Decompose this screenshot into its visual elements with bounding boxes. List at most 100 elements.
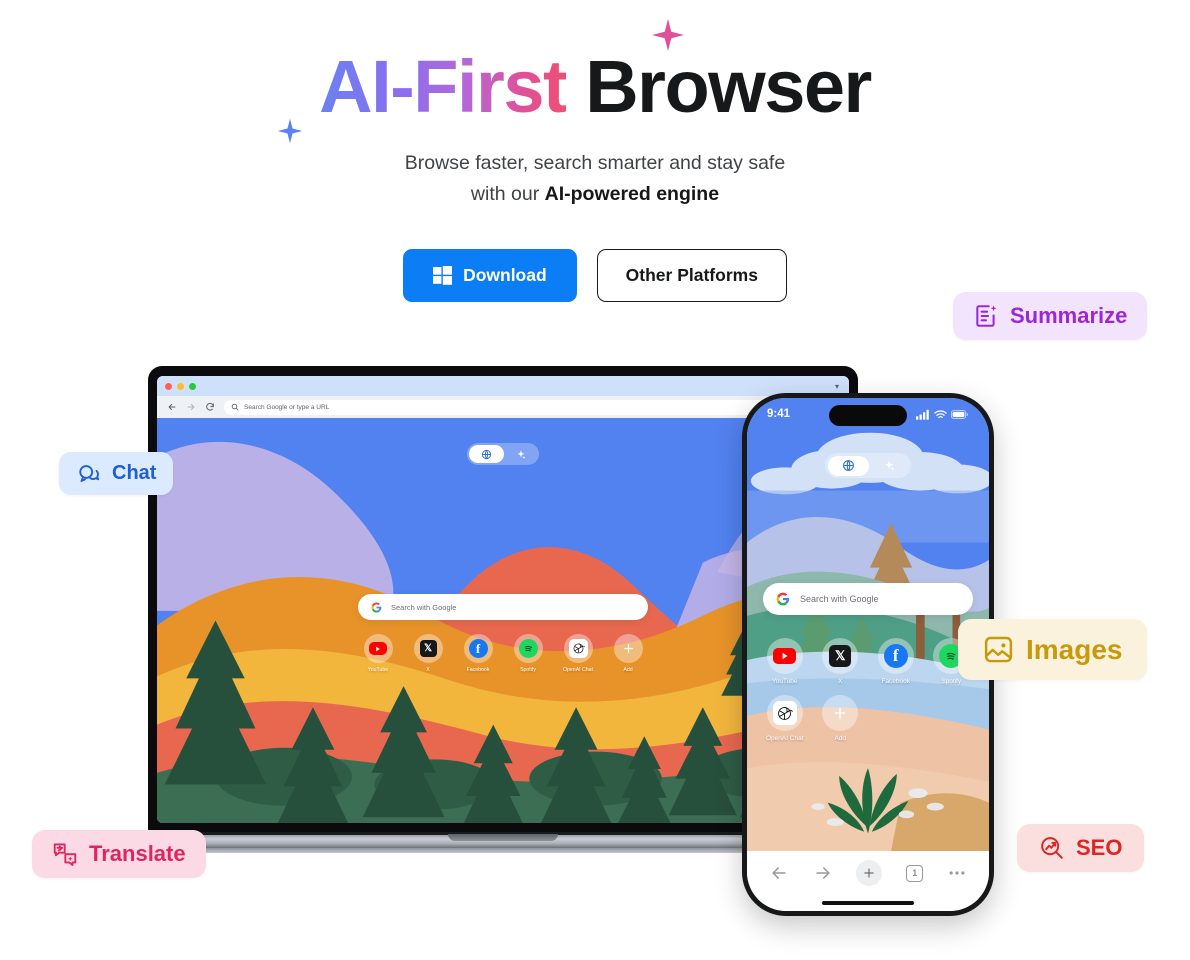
plus-icon [864, 868, 875, 878]
badge-seo-label: SEO [1076, 835, 1123, 860]
shortcut-openai-chat[interactable]: OpenAI Chat [553, 634, 603, 673]
badge-images[interactable]: Images [958, 619, 1147, 680]
windows-icon [433, 265, 453, 285]
page-title-gradient: AI-First [319, 45, 568, 128]
facebook-icon: f [877, 638, 914, 674]
maximize-icon[interactable] [189, 382, 196, 390]
ai-mode-toggle[interactable] [467, 443, 539, 465]
toggle-knob-web[interactable] [827, 455, 869, 476]
google-icon [776, 592, 790, 606]
traffic-lights [165, 382, 196, 390]
x-icon: 𝕏 [822, 638, 859, 674]
forward-icon[interactable] [186, 402, 196, 412]
shortcut-youtube[interactable]: YouTube [757, 638, 813, 685]
badge-summarize[interactable]: Summarize [953, 292, 1148, 340]
subtitle-line-1: Browse faster, search smarter and stay s… [404, 151, 786, 174]
tab-count-button[interactable]: 1 [906, 864, 924, 882]
shortcut-add[interactable]: Add [603, 634, 653, 673]
shortcut-spotify[interactable]: Spotify [503, 634, 553, 673]
shortcut-label: X [838, 678, 843, 685]
summarize-icon [973, 303, 999, 329]
shortcut-label: Add [834, 735, 847, 742]
openai-icon [766, 695, 803, 731]
search-icon [231, 403, 239, 411]
dynamic-island [829, 405, 907, 426]
subtitle-line-2: with our AI-powered engine [0, 179, 1190, 211]
phone-shortcut-grid: YouTube 𝕏 X f Facebook Spotify OpenAI Ch… [757, 638, 979, 742]
youtube-icon [363, 634, 393, 663]
more-icon[interactable] [947, 863, 967, 883]
laptop-notch [448, 834, 558, 841]
chevron-down-icon[interactable]: ▾ [835, 382, 839, 391]
globe-icon [481, 449, 492, 459]
shortcut-add[interactable]: Add [813, 695, 869, 742]
new-tab-button[interactable] [856, 860, 883, 886]
phone-mockup: 9:41 Search with Google YouTube 𝕏 X f Fa… [742, 393, 994, 916]
shortcut-label: Spotify [941, 678, 962, 685]
shortcut-grid: YouTube 𝕏 X f Facebook Spotify OpenAI Ch… [353, 634, 653, 673]
shortcut-label: YouTube [367, 667, 389, 673]
page-title-plain: Browser [566, 45, 872, 128]
plus-icon [822, 695, 859, 731]
phone-search-box[interactable]: Search with Google [763, 583, 973, 615]
landing-page: AI-First Browser Browse faster, search s… [0, 0, 1190, 960]
badge-translate-label: Translate [89, 841, 186, 866]
spotify-icon [513, 634, 543, 663]
shortcut-label: YouTube [771, 678, 798, 685]
shortcut-x[interactable]: 𝕏 X [403, 634, 453, 673]
shortcut-label: Add [623, 667, 633, 673]
wifi-icon [934, 409, 947, 418]
back-icon[interactable] [769, 863, 789, 883]
cellular-icon [916, 409, 929, 420]
address-bar-text: Search Google or type a URL [244, 403, 330, 411]
badge-seo[interactable]: SEO [1017, 824, 1145, 872]
hero-section: AI-First Browser Browse faster, search s… [0, 0, 1190, 302]
shortcut-facebook[interactable]: f Facebook [453, 634, 503, 673]
shortcut-x[interactable]: 𝕏 X [813, 638, 869, 685]
shortcut-facebook[interactable]: f Facebook [868, 638, 924, 685]
openai-icon [563, 634, 593, 663]
status-indicators [916, 409, 969, 420]
shortcut-youtube[interactable]: YouTube [353, 634, 403, 673]
sparkle-blue-icon [277, 118, 303, 144]
browser-toolbar: Search Google or type a URL [157, 396, 849, 418]
toggle-half-ai[interactable] [504, 445, 537, 463]
browser-titlebar: ▾ [157, 376, 849, 396]
reload-icon[interactable] [205, 402, 215, 412]
sparkle-icon [517, 449, 526, 459]
toggle-knob-web[interactable] [469, 445, 504, 463]
page-title: AI-First Browser [277, 19, 872, 144]
phone-screen-frame: 9:41 Search with Google YouTube 𝕏 X f Fa… [747, 398, 989, 911]
badge-translate[interactable]: Translate [32, 830, 206, 878]
forward-icon[interactable] [813, 863, 833, 883]
close-icon[interactable] [165, 382, 172, 390]
phone-ai-mode-toggle[interactable] [825, 453, 911, 478]
home-indicator [822, 901, 914, 905]
shortcut-openai-chat[interactable]: OpenAI Chat [757, 695, 813, 742]
facebook-icon: f [463, 634, 493, 663]
plus-icon [613, 634, 643, 663]
subtitle-prefix: with our [470, 183, 545, 206]
hero-subtitle: Browse faster, search smarter and stay s… [0, 148, 1190, 211]
image-icon [982, 633, 1015, 666]
seo-trend-icon [1039, 835, 1065, 861]
minimize-icon[interactable] [177, 382, 184, 390]
youtube-icon [766, 638, 803, 674]
download-button[interactable]: Download [403, 248, 577, 302]
shortcut-label: Spotify [520, 667, 536, 673]
status-time: 9:41 [767, 408, 791, 420]
badge-chat[interactable]: Chat [59, 452, 174, 495]
phone-new-tab-page: 9:41 Search with Google YouTube 𝕏 X f Fa… [747, 398, 989, 851]
toggle-half-ai[interactable] [869, 456, 909, 476]
phone-search-placeholder: Search with Google [800, 594, 879, 604]
subtitle-bold: AI-powered engine [544, 183, 720, 206]
chat-bubbles-icon [76, 461, 101, 486]
badge-images-label: Images [1026, 633, 1123, 665]
battery-icon [951, 409, 968, 419]
back-icon[interactable] [167, 402, 177, 412]
sparkle-pink-icon [651, 18, 685, 52]
other-platforms-button[interactable]: Other Platforms [596, 248, 787, 302]
x-icon: 𝕏 [413, 634, 443, 663]
shortcut-label: OpenAI Chat [563, 667, 593, 673]
ntp-search-box[interactable]: Search with Google [358, 594, 648, 620]
